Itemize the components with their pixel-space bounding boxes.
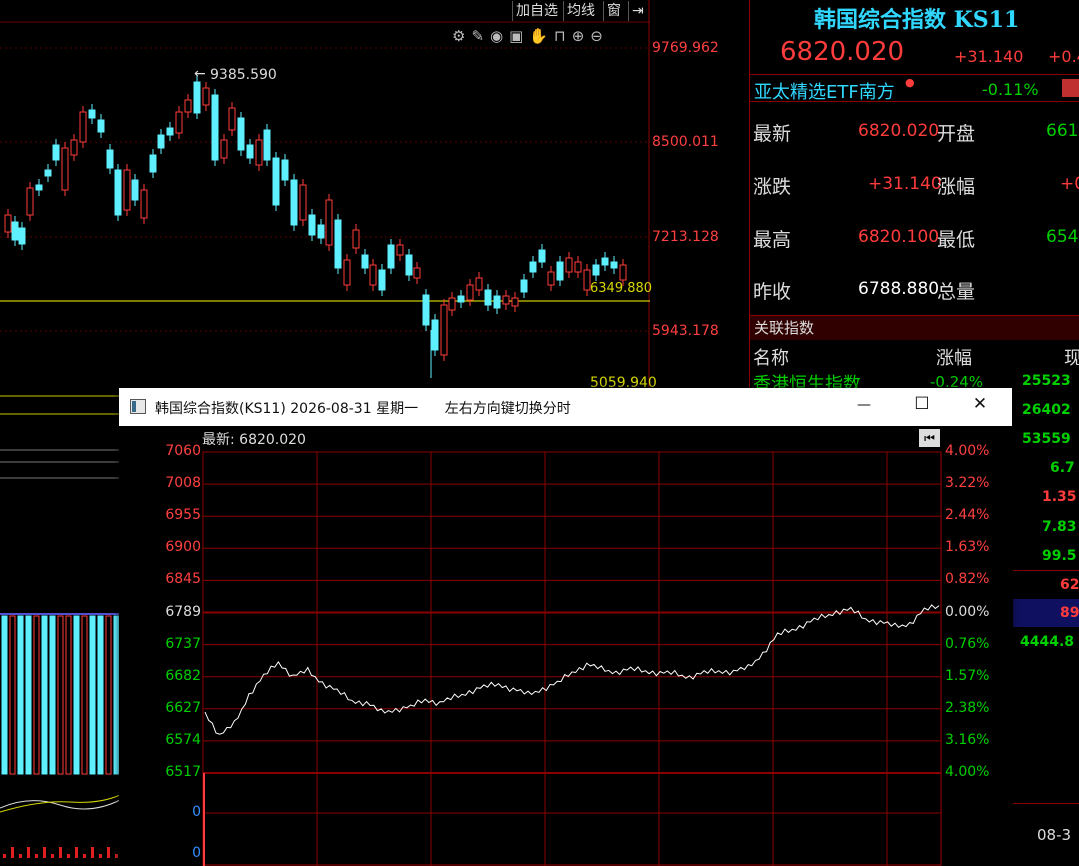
ytick-1: 8500.011 <box>652 134 719 150</box>
high-marker-arrow: ← <box>194 66 206 82</box>
left-axis-tick: 6955 <box>165 507 201 524</box>
right-axis-tick: 3.16% <box>945 731 990 748</box>
pen-icon[interactable]: ✎ <box>471 27 490 45</box>
divider <box>1013 570 1079 571</box>
left-axis-tick: 6737 <box>165 635 201 652</box>
row-label-3: 最高 <box>753 229 792 251</box>
volume-tick-0: 0 <box>192 804 201 820</box>
etf-dot-icon: ● <box>905 76 915 89</box>
right-axis-tick: 3.22% <box>945 475 990 492</box>
ref-value-label: 6349.880 <box>590 281 653 296</box>
side-val-2: 53559 <box>1022 431 1071 447</box>
window-button[interactable]: 窗 <box>603 1 624 21</box>
row-label-1b: 开盘 <box>937 123 976 145</box>
popup-title: 韩国综合指数(KS11) 2026-08-31 星期一 左右方向键切换分时 <box>155 401 571 417</box>
popup-titlebar[interactable]: 韩国综合指数(KS11) 2026-08-31 星期一 左右方向键切换分时 — … <box>119 388 1012 426</box>
col-partial: 现 <box>1064 348 1079 369</box>
zoom-in-icon[interactable]: ⊕ <box>572 27 591 45</box>
side-val-6: 99.5 <box>1042 548 1077 564</box>
divider <box>1013 803 1079 804</box>
ytick-3: 5943.178 <box>652 323 719 339</box>
divider <box>750 101 1079 102</box>
hand-icon[interactable]: ✋ <box>529 27 554 45</box>
row-label-4: 昨收 <box>753 281 792 303</box>
row-value-4: 6788.880 <box>858 279 940 299</box>
left-axis-tick: 7060 <box>165 443 201 459</box>
row-label-4b: 总量 <box>937 281 976 303</box>
right-axis-tick: 1.57% <box>945 667 990 684</box>
intraday-popup-window[interactable]: 韩国综合指数(KS11) 2026-08-31 星期一 左右方向键切换分时 — … <box>119 388 1012 866</box>
eye-icon[interactable]: ◉ <box>490 27 509 45</box>
right-axis-tick: 2.38% <box>945 699 990 716</box>
right-axis-tick: 4.00% <box>945 443 990 459</box>
left-axis-tick: 6574 <box>165 731 201 748</box>
left-axis-tick: 6517 <box>165 764 201 780</box>
right-axis-tick: 4.00% <box>945 764 990 780</box>
side-val-4: 1.35 <box>1042 489 1077 505</box>
etf-pct: -0.11% <box>982 80 1039 99</box>
briefcase-icon[interactable]: ▣ <box>509 27 529 45</box>
high-marker: 9385.590 <box>210 67 277 83</box>
left-axis-tick: 6845 <box>165 571 201 588</box>
right-axis-tick: 0.82% <box>945 571 990 588</box>
quote-last: 6820.020 <box>780 37 905 67</box>
app-icon <box>130 399 146 414</box>
row-label-2: 涨跌 <box>753 176 792 198</box>
divider <box>750 74 1079 75</box>
row-value-2b: +0 <box>1060 174 1079 194</box>
zoom-out-icon[interactable]: ⊖ <box>590 27 609 45</box>
quote-change-pct: +0.4 <box>1048 47 1079 66</box>
left-axis-tick: 6789 <box>165 603 201 620</box>
side-val-8: 89 <box>1060 605 1079 621</box>
exit-arrow-icon[interactable]: ⇥ <box>628 1 647 21</box>
quote-change: +31.140 <box>954 47 1024 66</box>
right-axis-tick: 0.76% <box>945 635 990 652</box>
intraday-chart <box>202 451 942 866</box>
left-axis-tick: 6682 <box>165 667 201 684</box>
left-axis-tick: 6627 <box>165 699 201 716</box>
row-value-3: 6820.100 <box>858 227 940 247</box>
quote-title: 韩国综合指数 KS11 <box>814 7 1020 33</box>
side-val-3: 6.7 <box>1050 460 1075 476</box>
minimize-button[interactable]: — <box>849 397 879 413</box>
row-label-3b: 最低 <box>937 229 976 251</box>
row-value-3b: 654 <box>1046 227 1079 247</box>
row-value-1b: 661 <box>1046 121 1079 141</box>
chart-tools: ⚙✎◉▣✋⊓⊕⊖ <box>452 27 609 45</box>
price-line <box>204 604 940 735</box>
ytick-2: 7213.128 <box>652 229 719 245</box>
col-pct: 涨幅 <box>936 348 972 369</box>
right-axis-tick: 1.63% <box>945 539 990 556</box>
row-label-1: 最新 <box>753 123 792 145</box>
left-axis-tick: 6900 <box>165 539 201 556</box>
side-val-5: 7.83 <box>1042 519 1077 535</box>
lock-icon[interactable]: ⊓ <box>554 27 572 45</box>
volume-tick-1: 0 <box>192 845 201 861</box>
gear-icon[interactable]: ⚙ <box>452 27 471 45</box>
right-axis-tick: 0.00% <box>945 603 990 620</box>
add-watchlist-button[interactable]: 加自选 <box>512 1 561 21</box>
side-val-9: 4444.8 <box>1020 634 1075 650</box>
close-button[interactable]: ✕ <box>965 394 995 414</box>
row-label-2b: 涨幅 <box>937 176 976 198</box>
row-value-2: +31.140 <box>868 174 942 194</box>
related-val-1: 25523 <box>1022 373 1071 389</box>
maximize-button[interactable]: ☐ <box>907 394 937 414</box>
left-axis-tick: 7008 <box>165 475 201 492</box>
side-val-7: 62 <box>1060 577 1079 593</box>
side-val-1: 26402 <box>1022 402 1071 418</box>
date-partial: 08-3 <box>1037 826 1072 844</box>
right-axis-tick: 2.44% <box>945 507 990 524</box>
ytick-0: 9769.962 <box>652 40 719 56</box>
related-header: 关联指数 <box>750 316 1079 340</box>
col-name: 名称 <box>753 348 789 369</box>
ma-button[interactable]: 均线 <box>563 1 598 21</box>
row-value-1: 6820.020 <box>858 121 940 141</box>
etf-badge[interactable] <box>1062 79 1079 97</box>
